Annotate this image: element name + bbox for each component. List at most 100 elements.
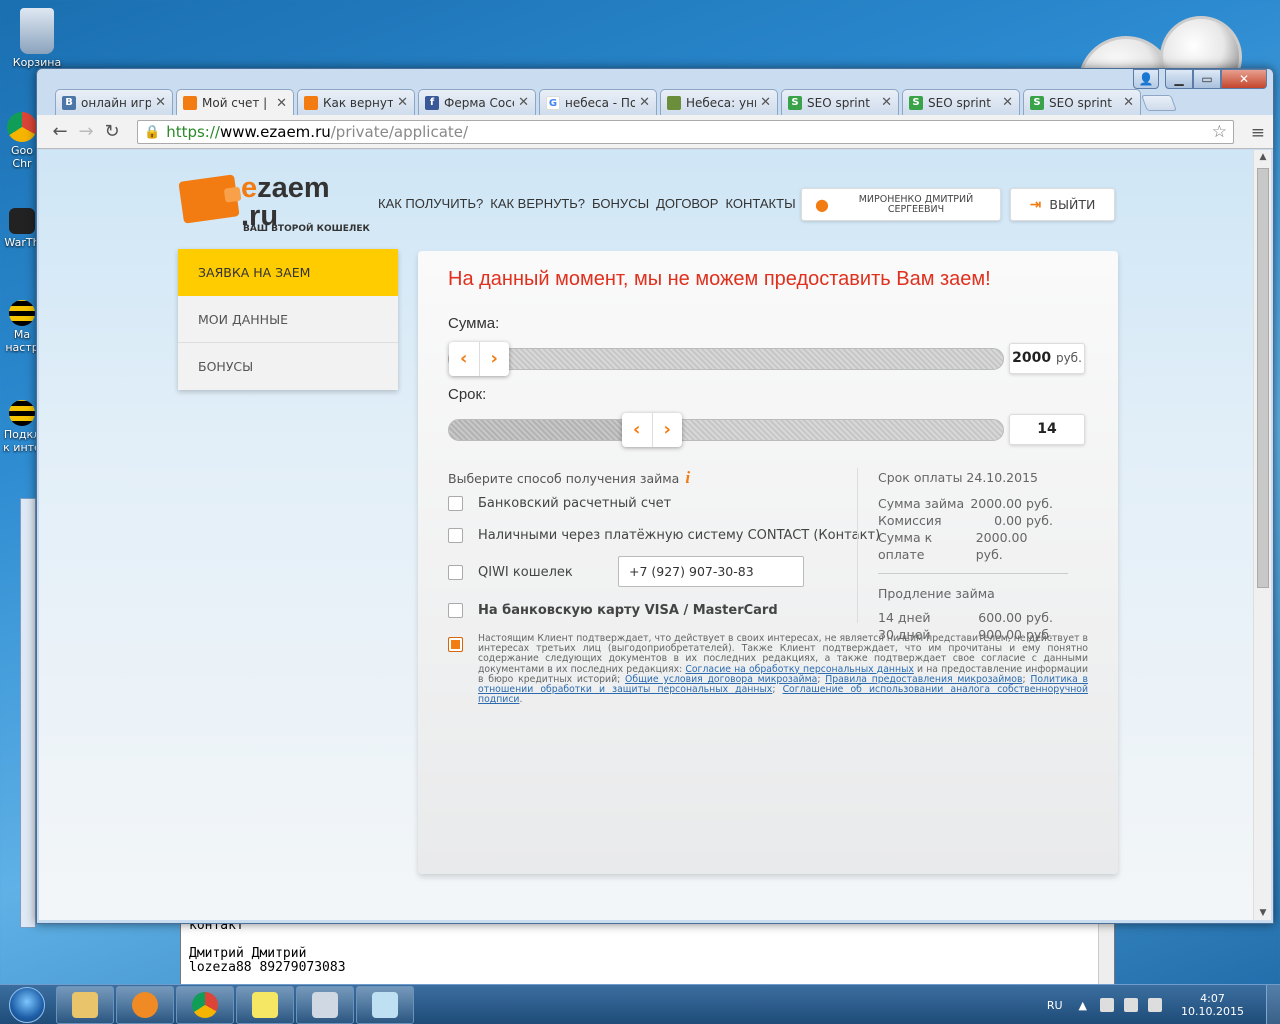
extension-title: Продление займа <box>878 586 995 601</box>
chevron-right-icon[interactable]: › <box>651 413 683 447</box>
language-indicator[interactable]: RU <box>1047 999 1063 1012</box>
option-bank-account[interactable]: Банковский расчетный счет <box>448 496 671 511</box>
browser-tab[interactable]: Вонлайн игр ✕ <box>55 89 173 115</box>
taskbar-notepad[interactable] <box>356 985 414 1024</box>
reload-button[interactable]: ↻ <box>99 121 125 142</box>
taskbar-calculator[interactable] <box>296 985 354 1024</box>
logout-icon: ⇥ <box>1029 196 1042 213</box>
new-tab-button[interactable] <box>1141 95 1177 111</box>
amount-value[interactable]: 2000 руб. <box>1009 343 1085 374</box>
user-profile-button[interactable]: ● МИРОНЕНКО ДМИТРИЙ СЕРГЕЕВИЧ <box>801 188 1001 221</box>
chevron-left-icon[interactable]: ‹ <box>622 413 652 447</box>
bookmark-star-icon[interactable]: ☆ <box>1212 122 1227 142</box>
clock[interactable]: 4:07 10.10.2015 <box>1181 992 1244 1018</box>
show-desktop-button[interactable] <box>1266 985 1280 1024</box>
minimize-button[interactable]: ▁ <box>1165 69 1193 89</box>
chrome-icon <box>192 991 218 1018</box>
taskbar-explorer[interactable] <box>56 985 114 1024</box>
consent-checkbox[interactable] <box>448 637 463 652</box>
nav-contract[interactable]: ДОГОВОР <box>656 196 718 211</box>
side-menu-my-data[interactable]: МОИ ДАННЫЕ <box>178 296 398 343</box>
close-tab-icon[interactable]: ✕ <box>518 95 529 110</box>
close-tab-icon[interactable]: ✕ <box>155 95 166 110</box>
browser-tab[interactable]: Как вернуть ✕ <box>297 89 415 115</box>
term-slider[interactable]: ‹ › <box>448 413 1004 447</box>
network-warning-icon[interactable] <box>1100 998 1115 1012</box>
chevron-right-icon[interactable]: › <box>478 342 510 376</box>
close-tab-icon[interactable]: ✕ <box>760 95 771 110</box>
browser-tab[interactable]: Мой счет | E ✕ <box>176 89 294 116</box>
tab-title: Мой счет | E <box>202 96 273 110</box>
extension-row: 14 дней 600.00 руб. <box>878 610 1053 625</box>
close-tab-icon[interactable]: ✕ <box>397 95 408 110</box>
start-button[interactable] <box>0 985 54 1024</box>
profile-button[interactable]: 👤 <box>1133 69 1159 89</box>
background-notepad: контакт Дмитрий Дмитрий lozeza88 8927907… <box>180 922 1115 986</box>
close-window-button[interactable]: ✕ <box>1221 69 1267 89</box>
scroll-down-icon[interactable]: ▼ <box>1254 908 1271 918</box>
close-tab-icon[interactable]: ✕ <box>639 95 650 110</box>
forward-button[interactable]: → <box>73 121 99 142</box>
browser-tab[interactable]: S SEO sprint ✕ <box>781 89 899 115</box>
chevron-left-icon[interactable]: ‹ <box>449 342 479 376</box>
page-scrollbar[interactable]: ▲ ▼ <box>1253 150 1271 920</box>
desktop-icon-recycle-bin[interactable]: Корзина <box>6 8 68 69</box>
url-scheme: https:// <box>166 123 220 141</box>
checkbox[interactable] <box>448 528 463 543</box>
checkbox[interactable] <box>448 565 463 580</box>
link-personal-data-consent[interactable]: Согласие на обработку персональных данны… <box>685 664 914 675</box>
term-value[interactable]: 14 <box>1009 414 1085 445</box>
nav-how-to-return[interactable]: КАК ВЕРНУТЬ? <box>490 196 585 211</box>
amount-slider-handle[interactable]: ‹ › <box>449 342 509 376</box>
term-slider-handle[interactable]: ‹ › <box>622 413 682 447</box>
menu-icon[interactable]: ≡ <box>1251 123 1265 143</box>
maximize-button[interactable]: ▭ <box>1193 69 1221 89</box>
nav-how-to-get[interactable]: КАК ПОЛУЧИТЬ? <box>378 196 483 211</box>
checkbox[interactable] <box>448 496 463 511</box>
close-tab-icon[interactable]: ✕ <box>1123 95 1134 110</box>
browser-tab[interactable]: S SEO sprint ✕ <box>902 89 1020 115</box>
option-bank-card[interactable]: На банковскую карту VISA / MasterCard <box>448 603 778 618</box>
close-tab-icon[interactable]: ✕ <box>276 96 287 111</box>
option-contact-cash[interactable]: Наличными через платёжную систему CONTAC… <box>448 528 880 543</box>
taskbar-media-player[interactable] <box>116 985 174 1024</box>
nav-bonuses[interactable]: БОНУСЫ <box>592 196 649 211</box>
calculator-icon <box>312 991 338 1018</box>
close-tab-icon[interactable]: ✕ <box>881 95 892 110</box>
tab-title: SEO sprint <box>1049 95 1112 110</box>
tab-title: Как вернуть <box>323 95 393 110</box>
notepad-line: lozeza88 89279073083 <box>189 960 346 975</box>
scroll-up-icon[interactable]: ▲ <box>1254 152 1271 162</box>
site-logo[interactable]: ezaem .ru ВАШ ВТОРОЙ КОШЕЛЕК <box>178 174 370 238</box>
lock-icon: 🔒 <box>144 124 161 140</box>
notepad-scrollbar[interactable] <box>1098 923 1114 985</box>
qiwi-phone-input[interactable]: +7 (927) 907-30-83 <box>618 556 804 587</box>
volume-muted-icon[interactable] <box>1148 998 1163 1012</box>
game-icon <box>667 95 681 110</box>
tray-expand-icon[interactable]: ▲ <box>1079 999 1087 1012</box>
option-qiwi[interactable]: QIWI кошелек <box>448 565 573 580</box>
info-icon[interactable]: i <box>685 468 690 487</box>
tab-title: онлайн игр <box>81 95 152 110</box>
checkbox[interactable] <box>448 603 463 618</box>
taskbar-chrome[interactable] <box>176 985 234 1024</box>
browser-tab[interactable]: Небеса: уни ✕ <box>660 89 778 115</box>
extension-row: 30 дней 900.00 руб. <box>878 627 1053 642</box>
seo-icon: S <box>788 95 802 110</box>
side-menu-bonuses[interactable]: БОНУСЫ <box>178 343 398 390</box>
scrollbar-thumb[interactable] <box>1257 168 1269 588</box>
browser-tab[interactable]: f Ферма Сосе ✕ <box>418 89 536 115</box>
side-menu-loan-application[interactable]: ЗАЯВКА НА ЗАЕМ <box>178 249 398 296</box>
close-tab-icon[interactable]: ✕ <box>1002 95 1013 110</box>
logout-button[interactable]: ⇥ ВЫЙТИ <box>1010 188 1115 221</box>
browser-tab[interactable]: Gнебеса - По ✕ <box>539 89 657 115</box>
taskbar-sticky-notes[interactable] <box>236 985 294 1024</box>
nav-contacts[interactable]: КОНТАКТЫ <box>725 196 795 211</box>
address-bar[interactable]: 🔒 https://www.ezaem.ru/private/applicate… <box>137 120 1234 144</box>
browser-tab[interactable]: S SEO sprint ✕ <box>1023 89 1141 115</box>
amount-slider[interactable]: ‹ › <box>448 342 1004 376</box>
back-button[interactable]: ← <box>47 121 73 142</box>
taskbar: RU ▲ 4:07 10.10.2015 <box>0 984 1280 1024</box>
amount-label: Сумма: <box>448 315 500 332</box>
display-icon[interactable] <box>1124 998 1139 1012</box>
